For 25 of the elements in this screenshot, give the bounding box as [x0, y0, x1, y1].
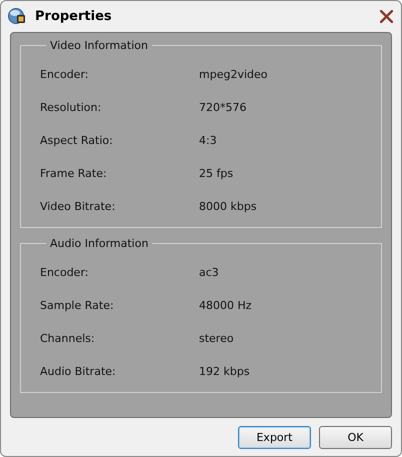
property-label: Video Bitrate:: [40, 200, 116, 213]
property-value: 720*576: [199, 101, 246, 114]
export-button[interactable]: Export: [238, 426, 311, 449]
property-value: 25 fps: [199, 167, 234, 180]
property-value: 8000 kbps: [199, 200, 257, 213]
close-icon[interactable]: [380, 10, 393, 22]
window-title: Properties: [35, 8, 113, 24]
property-label: Frame Rate:: [40, 167, 108, 180]
property-value: 48000 Hz: [199, 299, 252, 312]
ok-button[interactable]: OK: [319, 426, 392, 449]
property-value: ac3: [199, 266, 219, 279]
property-value: 4:3: [199, 134, 217, 147]
property-label: Resolution:: [40, 101, 102, 114]
group-title: Video Information: [49, 39, 149, 52]
property-value: 192 kbps: [199, 365, 250, 378]
property-label: Channels:: [40, 332, 96, 345]
property-label: Encoder:: [40, 266, 90, 279]
app-icon: [8, 7, 26, 25]
group-title: Audio Information: [49, 237, 150, 250]
property-label: Sample Rate:: [40, 299, 115, 312]
property-value: stereo: [199, 332, 234, 345]
property-label: Aspect Ratio:: [40, 134, 114, 147]
property-label: Encoder:: [40, 68, 90, 81]
property-label: Audio Bitrate:: [40, 365, 117, 378]
property-value: mpeg2video: [199, 68, 268, 81]
